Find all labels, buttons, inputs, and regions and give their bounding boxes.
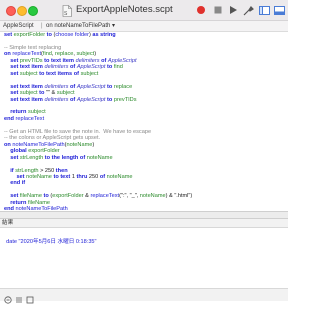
- result-title: 結果: [2, 220, 14, 226]
- sidebar-icon: [258, 5, 270, 15]
- log-icon: [26, 296, 34, 304]
- handler-popup[interactable]: on noteNameToFilePath ▾: [46, 21, 115, 31]
- stop-button[interactable]: [212, 4, 224, 16]
- record-button[interactable]: [195, 4, 207, 16]
- language-popup[interactable]: AppleScript: [3, 21, 34, 31]
- description-tab-button[interactable]: [15, 291, 23, 303]
- script-document-icon: S: [62, 4, 72, 17]
- result-output: date "2020年5月6日 水曜日 0:18:35": [3, 231, 97, 245]
- stop-icon: [214, 6, 222, 14]
- window-title: ExportAppleNotes.scpt: [76, 4, 173, 15]
- panel-icon: [273, 5, 285, 15]
- compile-button[interactable]: [242, 4, 254, 16]
- view-toggle-sidebar-button[interactable]: [258, 4, 270, 16]
- navigation-separator: |: [41, 23, 43, 29]
- result-tab-button[interactable]: [4, 291, 12, 304]
- list-icon: [16, 297, 22, 303]
- result-icon: [4, 296, 12, 304]
- result-header: [0, 219, 288, 228]
- split-divider[interactable]: [0, 211, 288, 219]
- chevron-down-icon: ▾: [112, 23, 116, 29]
- handler-name: on noteNameToFilePath: [46, 23, 111, 29]
- zoom-window-button[interactable]: [28, 6, 38, 16]
- log-tab-button[interactable]: [26, 291, 34, 304]
- minimize-window-button[interactable]: [17, 6, 27, 16]
- run-button[interactable]: [227, 4, 239, 16]
- result-value: date "2020年5月6日 水曜日 0:18:35": [6, 239, 97, 245]
- bottom-bar: [0, 288, 288, 304]
- code-line: end noteNameToFilePath: [4, 206, 68, 210]
- title-bar: S ExportAppleNotes.scpt: [0, 0, 288, 21]
- script-editor[interactable]: set exportFolder to (choose folder) as s…: [4, 32, 286, 210]
- navigation-bar: AppleScript | on noteNameToFilePath ▾: [0, 21, 288, 32]
- run-icon: [230, 6, 237, 14]
- view-toggle-log-button[interactable]: [273, 4, 285, 16]
- compile-icon: [243, 5, 254, 15]
- close-window-button[interactable]: [6, 6, 16, 16]
- record-icon: [197, 6, 205, 14]
